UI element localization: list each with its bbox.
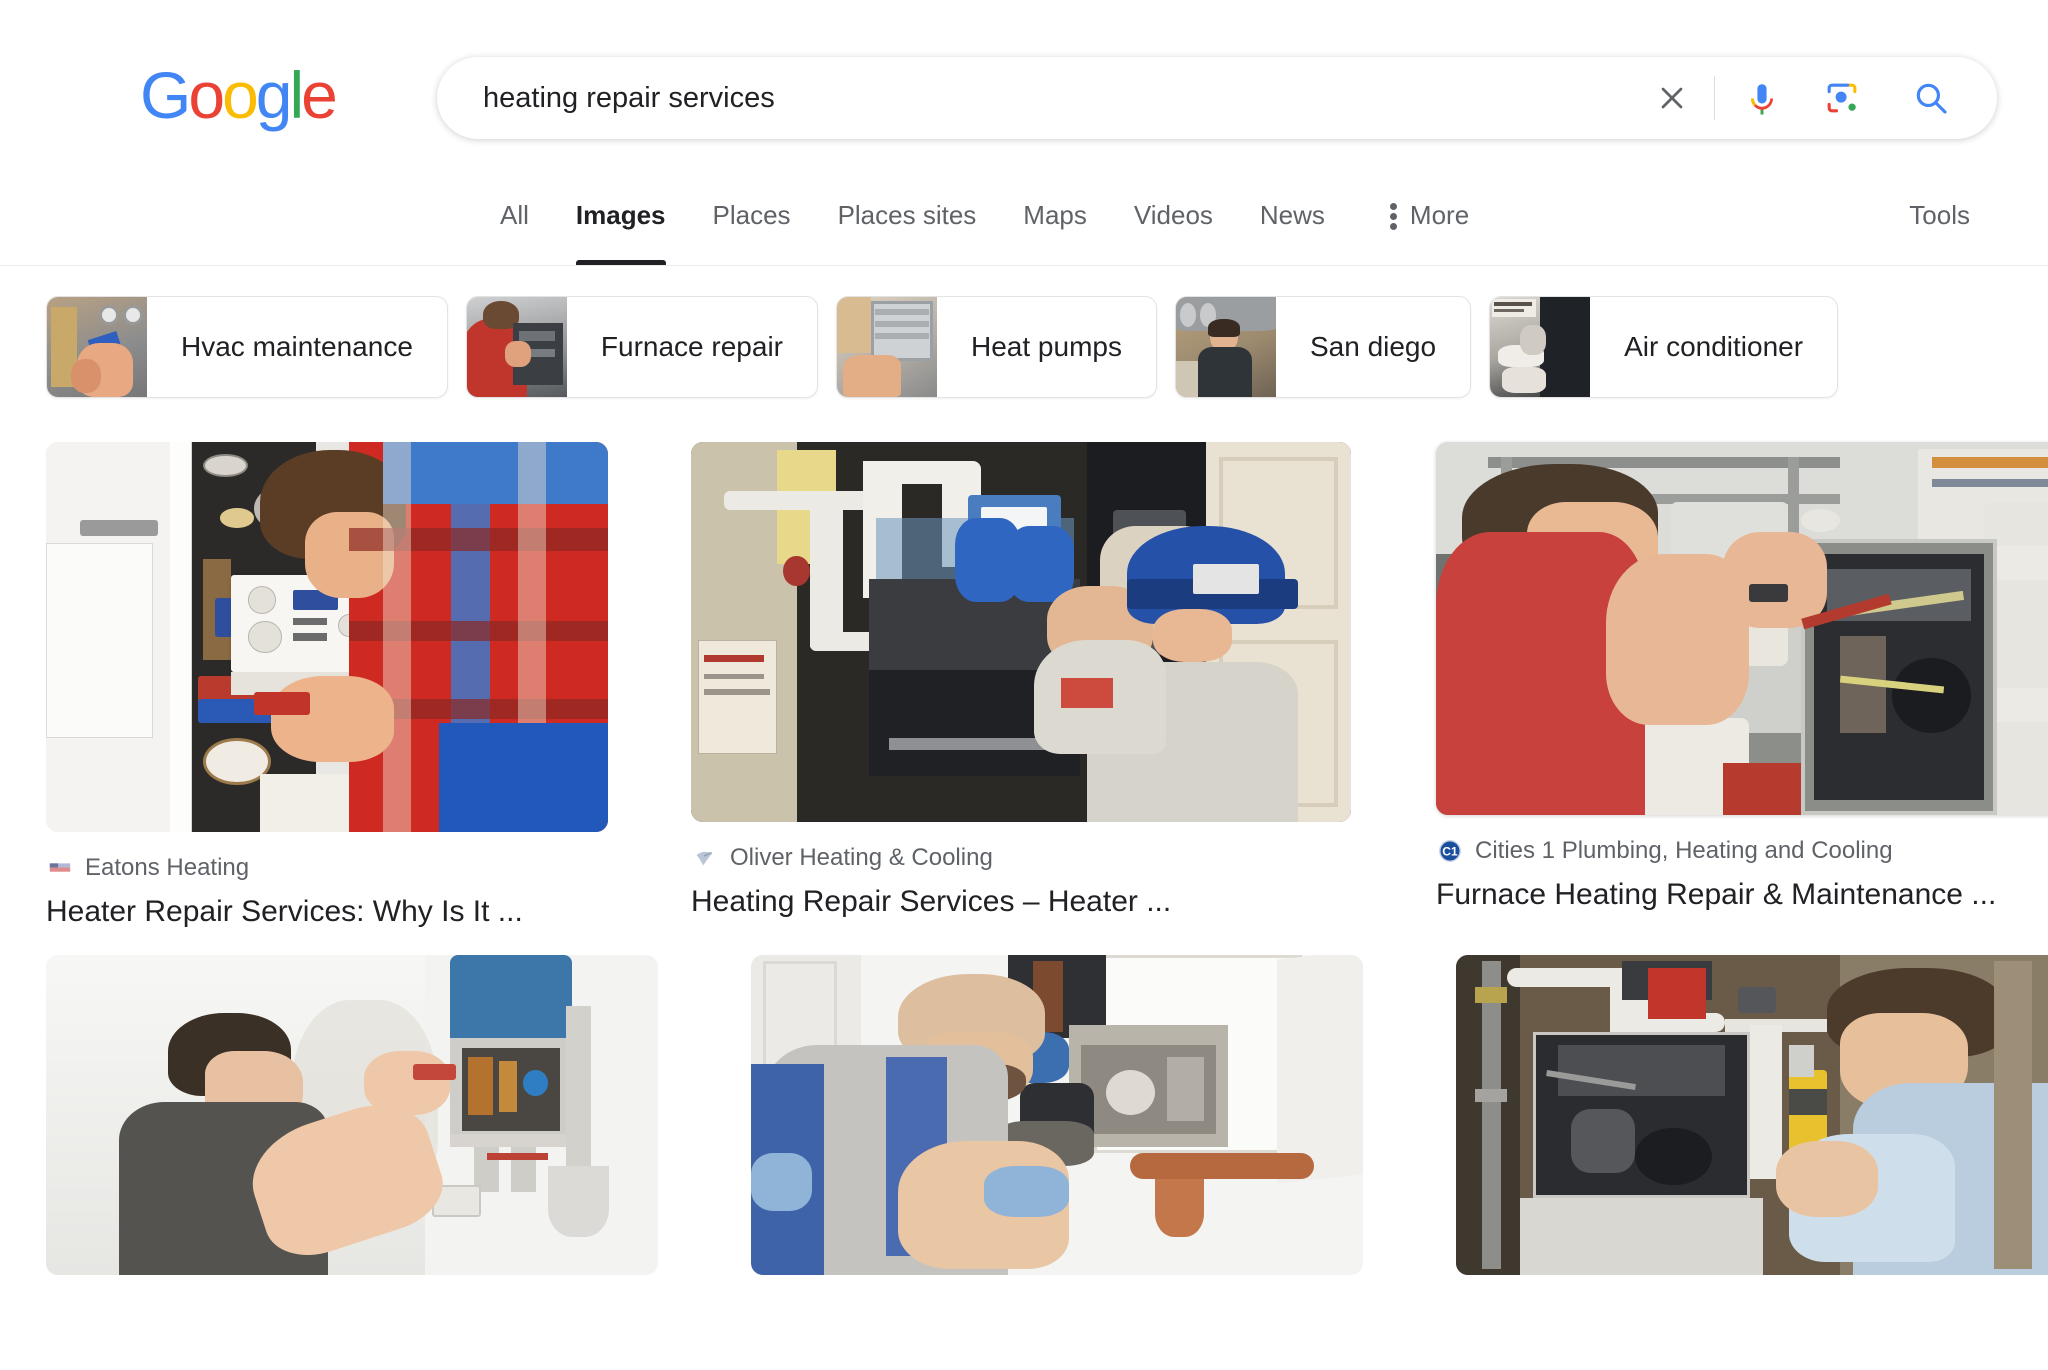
result-thumbnail[interactable]	[751, 955, 1363, 1275]
logo-letter-o2: o	[222, 58, 259, 132]
related-searches-chips: Hvac maintenance Furnace repair Heat pum…	[0, 266, 2048, 406]
svg-text:C1: C1	[1442, 845, 1458, 859]
eatons-flag-favicon	[46, 854, 74, 882]
image-results-grid: Eatons Heating Heater Repair Services: W…	[0, 406, 2048, 1275]
oliver-bird-favicon	[691, 844, 719, 872]
logo-letter-o1: o	[188, 58, 225, 132]
search-icon[interactable]	[1895, 62, 1967, 134]
tab-videos[interactable]: Videos	[1134, 186, 1213, 265]
page-header: Google	[0, 0, 2048, 186]
tab-places[interactable]: Places	[713, 186, 791, 265]
kebab-menu-icon	[1389, 201, 1398, 231]
result-source-line: Oliver Heating & Cooling	[691, 844, 1391, 872]
result-thumbnail[interactable]	[46, 955, 658, 1275]
chip-thumbnail	[466, 297, 567, 397]
tab-maps[interactable]: Maps	[1023, 186, 1087, 265]
image-result-6[interactable]	[1456, 955, 2048, 1275]
nav-tab-list: All Images Places Places sites Maps Vide…	[500, 186, 2048, 266]
image-result-3[interactable]: C1 Cities 1 Plumbing, Heating and Coolin…	[1436, 442, 2048, 912]
google-lens-icon[interactable]	[1809, 65, 1875, 131]
search-divider	[1714, 76, 1715, 120]
tab-images[interactable]: Images	[575, 186, 666, 265]
tab-places-sites[interactable]: Places sites	[838, 186, 977, 265]
result-title[interactable]: Furnace Heating Repair & Maintenance ...	[1436, 878, 2048, 912]
chip-hvac-maintenance[interactable]: Hvac maintenance	[46, 296, 448, 398]
result-title[interactable]: Heating Repair Services – Heater ...	[691, 885, 1391, 919]
chip-label: Air conditioner	[1624, 331, 1804, 362]
result-thumbnail[interactable]	[1436, 442, 2048, 815]
image-result-5[interactable]	[751, 955, 1411, 1275]
chip-thumbnail	[47, 297, 147, 397]
result-title[interactable]: Heater Repair Services: Why Is It ...	[46, 895, 646, 929]
tools-button[interactable]: Tools	[1909, 200, 1970, 231]
close-icon[interactable]	[1640, 66, 1704, 130]
chip-label: Heat pumps	[971, 331, 1122, 362]
result-source-name: Cities 1 Plumbing, Heating and Cooling	[1475, 837, 1893, 864]
chip-thumbnail	[837, 297, 937, 397]
microphone-icon[interactable]	[1729, 65, 1795, 131]
cities1-c1-favicon: C1	[1436, 837, 1464, 865]
results-nav: All Images Places Places sites Maps Vide…	[0, 186, 2048, 266]
search-bar	[437, 57, 1997, 139]
image-result-4[interactable]	[46, 955, 706, 1275]
logo-letter-l: l	[289, 58, 305, 132]
logo-letter-g1: G	[140, 58, 191, 132]
result-thumbnail[interactable]	[46, 442, 608, 832]
chip-thumbnail	[1490, 297, 1591, 397]
chip-label: Hvac maintenance	[181, 331, 413, 362]
result-thumbnail[interactable]	[691, 442, 1351, 822]
results-row-1: Eatons Heating Heater Repair Services: W…	[46, 442, 2048, 929]
logo-letter-g2: g	[255, 58, 293, 132]
chip-thumbnail	[1175, 297, 1276, 397]
chip-furnace-repair[interactable]: Furnace repair	[465, 296, 818, 398]
chip-san-diego[interactable]: San diego	[1174, 296, 1472, 398]
search-input[interactable]	[483, 81, 1640, 115]
more-menu-label: More	[1409, 200, 1470, 230]
tab-news[interactable]: News	[1260, 186, 1325, 265]
chip-air-conditioner[interactable]: Air conditioner	[1489, 296, 1839, 398]
more-menu-button[interactable]: More	[1389, 186, 1470, 231]
google-logo[interactable]: Google	[140, 58, 338, 128]
image-result-1[interactable]: Eatons Heating Heater Repair Services: W…	[46, 442, 646, 929]
chip-heat-pumps[interactable]: Heat pumps	[836, 296, 1157, 398]
logo-letter-e: e	[301, 58, 338, 132]
result-source-line: Eatons Heating	[46, 854, 646, 882]
chip-label: Furnace repair	[600, 331, 783, 362]
results-row-2	[46, 955, 2048, 1275]
result-thumbnail[interactable]	[1456, 955, 2048, 1275]
result-source-name: Oliver Heating & Cooling	[730, 844, 993, 871]
image-result-2[interactable]: Oliver Heating & Cooling Heating Repair …	[691, 442, 1391, 919]
result-source-name: Eatons Heating	[85, 854, 250, 881]
tab-all[interactable]: All	[500, 186, 529, 265]
chip-label: San diego	[1309, 331, 1437, 362]
result-source-line: C1 Cities 1 Plumbing, Heating and Coolin…	[1436, 837, 2048, 865]
